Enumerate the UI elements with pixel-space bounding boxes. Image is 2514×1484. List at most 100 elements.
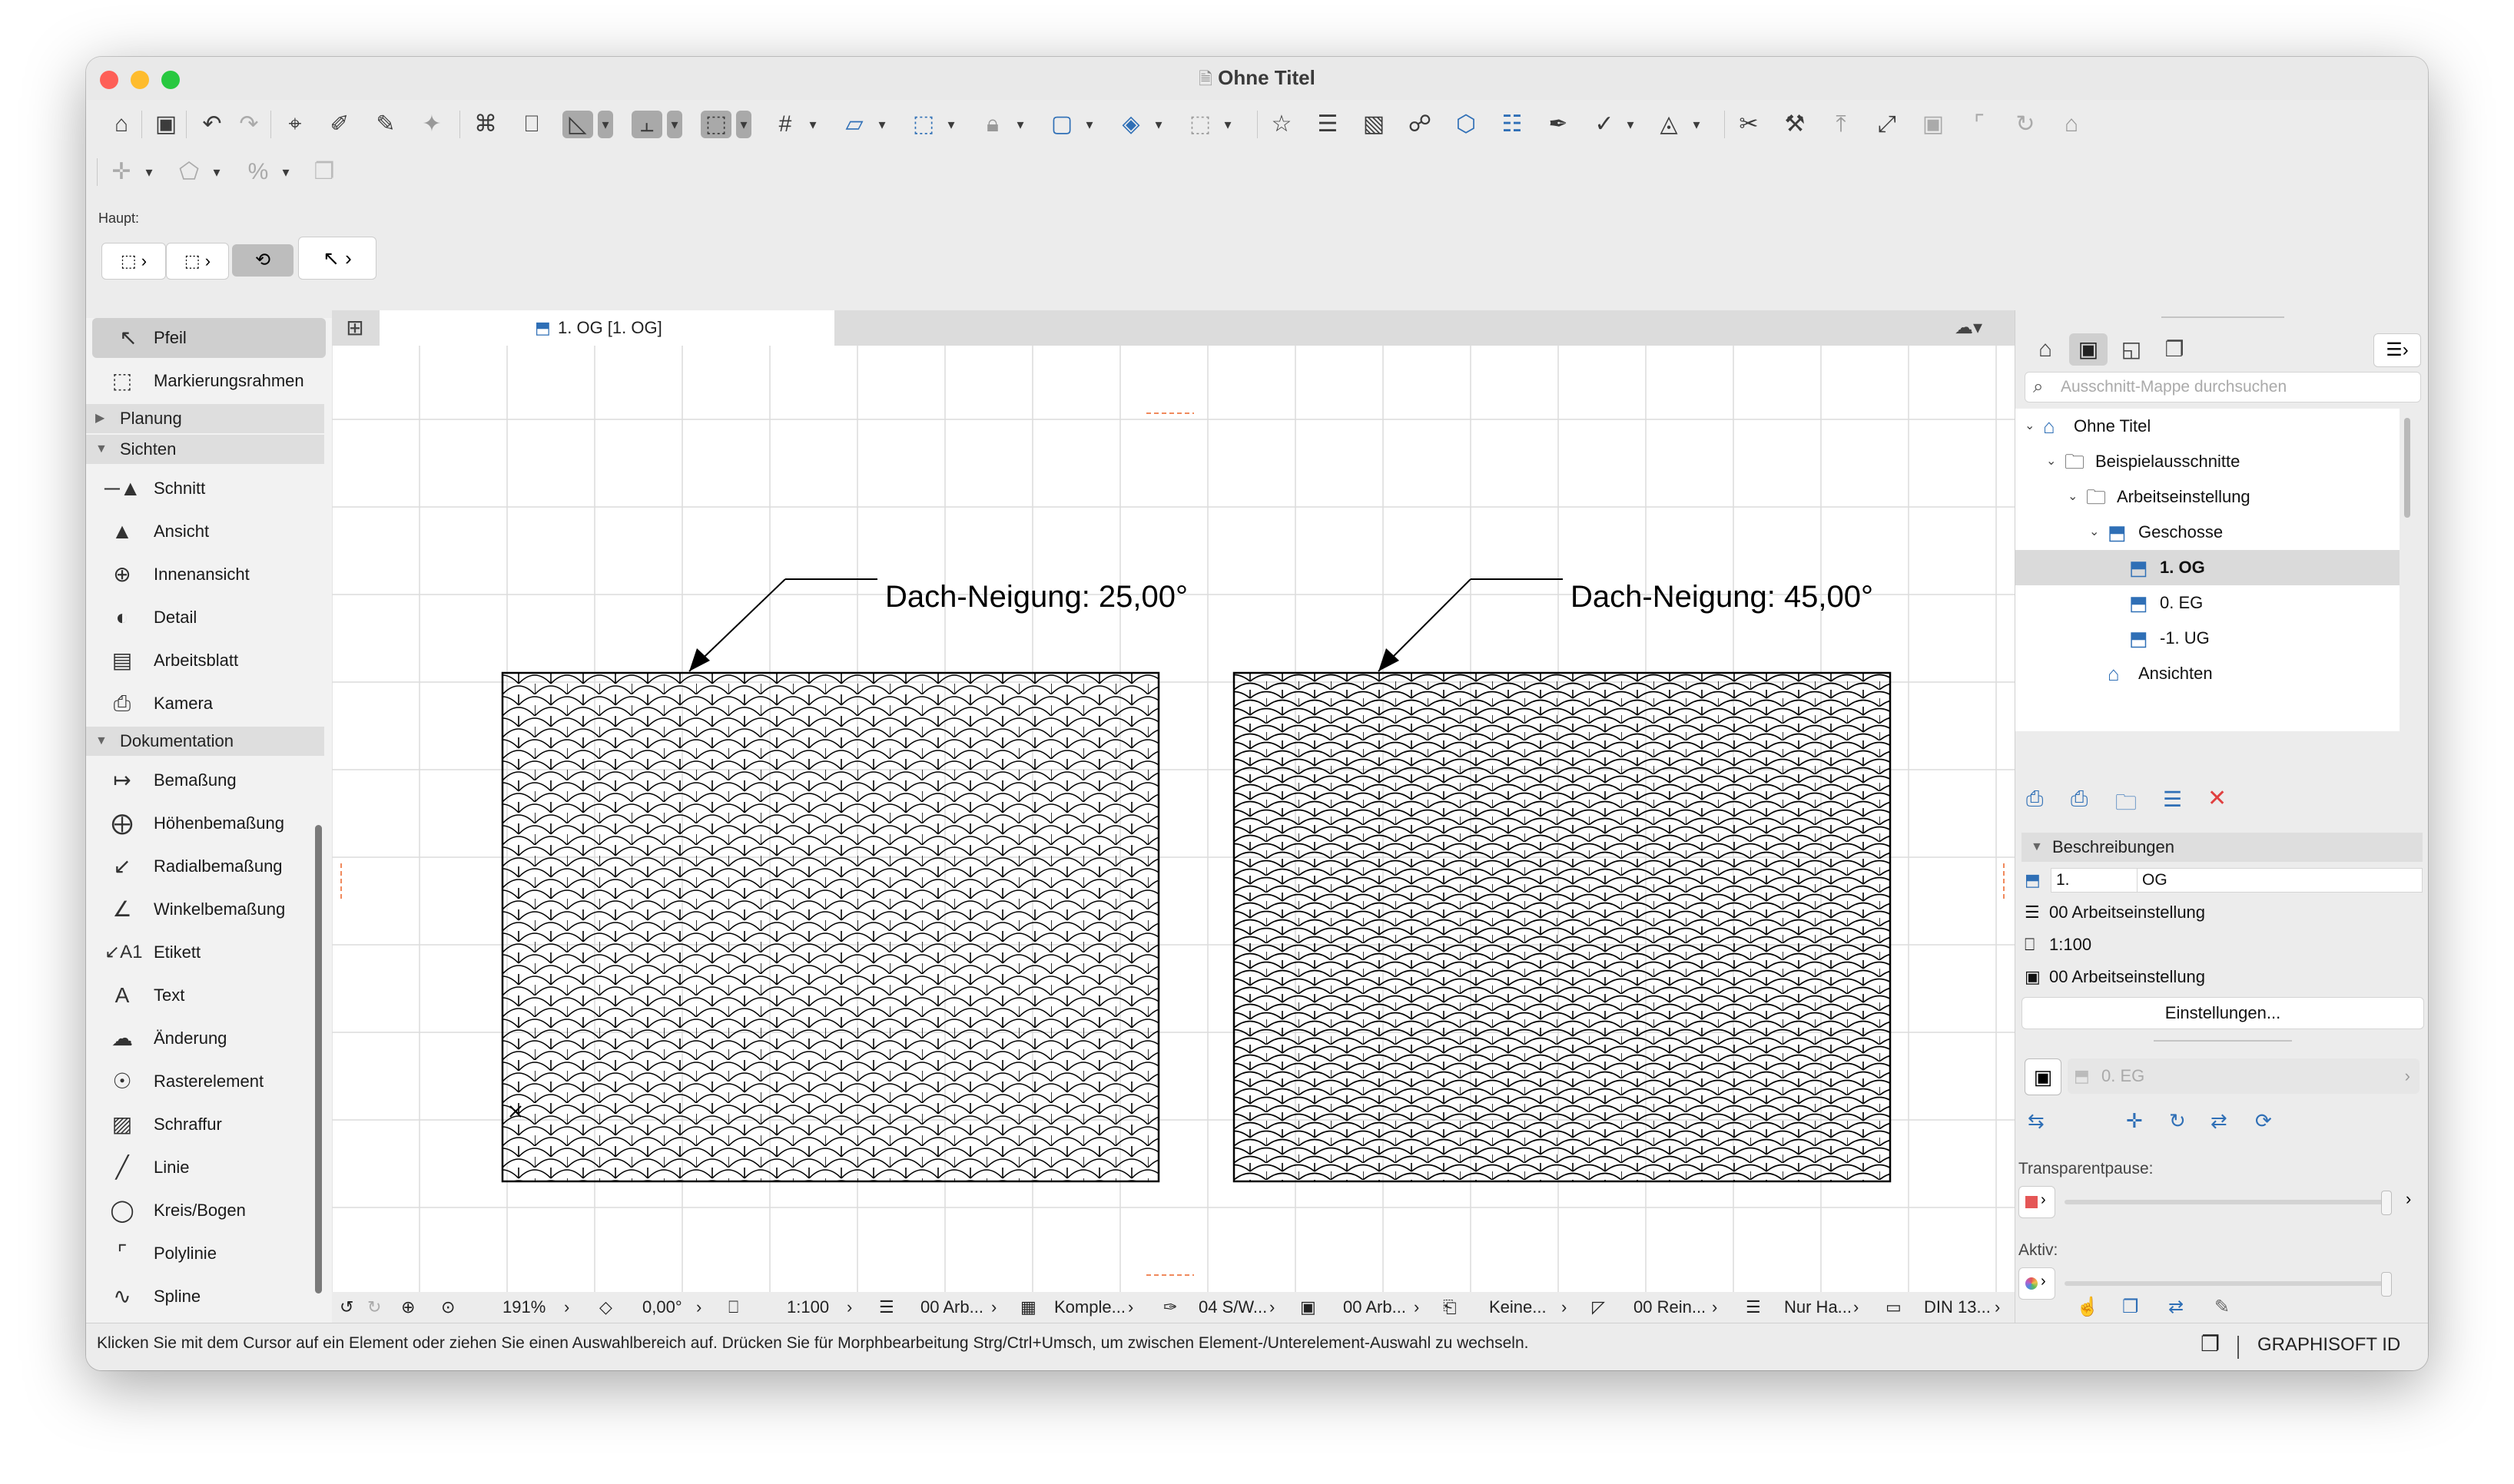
scale-chevron-icon[interactable]: ›	[847, 1292, 852, 1323]
tool-text[interactable]: A Text	[86, 976, 324, 1015]
percent-icon[interactable]: %	[243, 158, 274, 186]
display-order-dropdown-icon[interactable]: ▾	[1151, 111, 1166, 138]
layer-combo-value[interactable]: 00 Arb...	[920, 1292, 983, 1323]
new-folder-icon[interactable]: 🗀︎	[2115, 787, 2137, 823]
roof-hatch-25[interactable]	[501, 671, 1160, 1183]
panel-menu-button[interactable]: ☰›	[2373, 333, 2421, 367]
snap-points-dropdown-icon[interactable]: ▾	[736, 111, 751, 138]
structure-icon[interactable]: ☰	[1746, 1292, 1761, 1323]
cut-icon[interactable]: ✂	[1733, 111, 1764, 138]
check-icon[interactable]: ✓	[1589, 111, 1620, 138]
snap-guides-dropdown-icon[interactable]: ▾	[667, 111, 682, 138]
selection-dropdown-icon[interactable]: ▾	[944, 111, 959, 138]
layout-book-icon[interactable]: ◱	[2112, 333, 2151, 366]
view-map-icon[interactable]: ▣	[2069, 333, 2108, 366]
move-reference-icon[interactable]: ✛	[2126, 1109, 2143, 1133]
3d-window-icon[interactable]: ⬡	[1451, 111, 1481, 138]
snap-icon[interactable]: ⌘	[470, 111, 501, 138]
lock-dropdown-icon[interactable]: ▾	[1013, 111, 1028, 138]
tool-innenansicht[interactable]: ⊕ Innenansicht	[86, 555, 324, 595]
settings-button[interactable]: Einstellungen...	[2021, 997, 2424, 1029]
align-dropdown-icon[interactable]: ▾	[1220, 111, 1235, 138]
paper-value[interactable]: DIN 13...	[1924, 1292, 1991, 1323]
view-settings-icon[interactable]: ☰	[2163, 787, 2182, 812]
tool-detail[interactable]: ◐ Detail	[86, 598, 324, 638]
layer-combo-chevron-icon[interactable]: ›	[991, 1292, 997, 1323]
windows-icon[interactable]: ❐	[2201, 1331, 2220, 1356]
find-select-icon[interactable]: ⌖	[280, 111, 310, 138]
toolbox-scrollbar[interactable]	[315, 825, 322, 1294]
descriptions-header[interactable]: ▼ Beschreibungen	[2021, 833, 2423, 862]
rotation-chevron-icon[interactable]: ›	[696, 1292, 701, 1323]
delete-icon[interactable]: ✕	[2207, 785, 2227, 812]
save-view-icon[interactable]: ⎙	[2026, 787, 2043, 812]
complexity-chevron-icon[interactable]: ›	[1128, 1292, 1133, 1323]
tree-item-1-og[interactable]: ⬒ 1. OG	[2015, 550, 2400, 585]
display-order-icon[interactable]: ◈	[1116, 111, 1146, 138]
tool-linie[interactable]: ╱ Linie	[86, 1148, 324, 1188]
project-map-icon[interactable]: ⌂	[2026, 333, 2065, 366]
measure-icon[interactable]: ⎕	[516, 111, 547, 138]
zoom-fit-icon[interactable]: ⊙	[441, 1292, 455, 1323]
override-icon[interactable]: ⎗	[1443, 1292, 1457, 1323]
tool-hoehenbemassung[interactable]: ⨁ Höhenbemaßung	[86, 803, 324, 843]
shape-icon[interactable]: ◬	[1653, 111, 1684, 138]
structure-chevron-icon[interactable]: ›	[1853, 1292, 1859, 1323]
zoom-chevron-icon[interactable]: ›	[564, 1292, 569, 1323]
tab-1-og[interactable]: ⬒ 1. OG [1. OG]	[380, 310, 834, 346]
touch-icon[interactable]: ☝	[2076, 1296, 2099, 1318]
grid-view-icon[interactable]: ⊞	[338, 315, 372, 341]
tool-kreis-bogen[interactable]: ◯ Kreis/Bogen	[86, 1191, 324, 1231]
trace-toggle-icon[interactable]: ▣	[2025, 1058, 2061, 1095]
transparency-slider[interactable]	[2065, 1200, 2387, 1204]
renovation-icon[interactable]: ◸	[1592, 1292, 1605, 1323]
section-planung[interactable]: ▶ Planung	[86, 404, 324, 433]
tree-item-ansichten[interactable]: ⌂ Ansichten	[2015, 656, 2400, 691]
pen-sets-icon[interactable]: ▧	[1358, 111, 1389, 138]
section-dokumentation[interactable]: ▼ Dokumentation	[86, 727, 324, 756]
scale-icon[interactable]: ⎕	[728, 1292, 738, 1323]
new-view-icon[interactable]: ⎙	[2071, 787, 2088, 812]
renovation-chevron-icon[interactable]: ›	[1712, 1292, 1717, 1323]
pick-up-icon[interactable]: ✐	[324, 111, 355, 138]
active-slider[interactable]	[2065, 1281, 2387, 1286]
align-icon[interactable]: ⬚	[1185, 111, 1216, 138]
grid-dropdown-icon[interactable]: ▾	[805, 111, 821, 138]
marquee-method-button[interactable]: ⬚ ›	[166, 243, 229, 280]
tool-radialbemassung[interactable]: ↙ Radialbemaßung	[86, 846, 324, 886]
tool-schnitt[interactable]: ─▲ Schnitt	[86, 469, 324, 508]
check-dropdown-icon[interactable]: ▾	[1623, 111, 1638, 138]
tool-ansicht[interactable]: ▲ Ansicht	[86, 512, 324, 552]
fillet-icon[interactable]: ⌜	[1964, 111, 1995, 138]
adjust-icon[interactable]: ⚒	[1779, 111, 1810, 138]
guide-lines-icon[interactable]: ◺	[562, 111, 593, 138]
tree-item-beispielausschnitte[interactable]: ⌄ 🗀︎ Beispielausschnitte	[2015, 444, 2400, 479]
shape-dropdown-icon[interactable]: ▾	[1689, 111, 1704, 138]
drawing-canvas[interactable]: Dach-Neigung: 25,00° Dach-Neigung: 45,00…	[332, 346, 2015, 1312]
roof-icon[interactable]: ⌂	[2056, 111, 2087, 138]
tool-etikett[interactable]: ↙A1 Etikett	[86, 932, 324, 972]
paper-icon[interactable]: ▭	[1885, 1292, 1902, 1323]
home-icon[interactable]: ⌂	[106, 111, 137, 138]
tool-bemassung[interactable]: ↦ Bemaßung	[86, 760, 324, 800]
tree-item-ohne-titel[interactable]: ⌄ ⌂ Ohne Titel	[2015, 409, 2400, 444]
scale-value[interactable]: 1:100	[787, 1292, 829, 1323]
tool-pfeil[interactable]: ↖ Pfeil	[92, 318, 326, 358]
tool-kamera[interactable]: ⎙ Kamera	[86, 684, 324, 724]
tool-aenderung[interactable]: ☁ Änderung	[86, 1019, 324, 1058]
pen-set-chevron-icon[interactable]: ›	[1269, 1292, 1275, 1323]
rotate-copy-icon[interactable]: ⬠	[174, 158, 204, 186]
view-map-search[interactable]: ⌕ Ausschnitt-Mappe durchsuchen	[2025, 372, 2421, 402]
snap-points-icon[interactable]: ⬚	[701, 111, 731, 138]
override-value[interactable]: Keine...	[1489, 1292, 1547, 1323]
complexity-icon[interactable]: ▦	[1020, 1292, 1036, 1323]
lock-icon[interactable]: 🔒︎	[977, 111, 1008, 138]
roof-pitch-label-right[interactable]: Dach-Neigung: 45,00°	[1570, 580, 1873, 614]
plane-dropdown-icon[interactable]: ▾	[874, 111, 890, 138]
magic-wand-icon[interactable]: ✦	[416, 111, 447, 138]
mirror-reference-icon[interactable]: ⇄	[2211, 1109, 2227, 1133]
elevate-icon[interactable]: ⤒	[1826, 111, 1856, 138]
active-color-button[interactable]: ›	[2018, 1267, 2055, 1300]
section-sichten[interactable]: ▼ Sichten	[86, 435, 324, 464]
zoom-value[interactable]: 191%	[502, 1292, 546, 1323]
